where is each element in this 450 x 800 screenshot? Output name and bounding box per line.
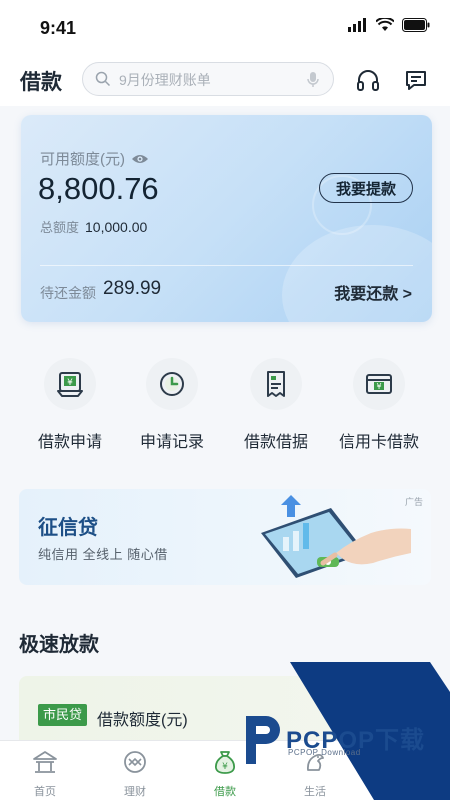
battery-icon [402,18,430,32]
clock-icon [146,358,198,410]
svg-text:¥: ¥ [222,762,228,772]
available-limit-label: 可用额度(元) [40,148,149,169]
withdraw-button[interactable]: 我要提款 [319,173,413,203]
repay-button[interactable]: 我要还款 > [334,280,412,304]
headset-icon [357,70,379,91]
page-title: 借款 [20,71,62,94]
tab-home[interactable]: 首页 [10,749,80,799]
finance-icon [100,749,170,775]
loan-apply-icon: ¥ [44,358,96,410]
credit-limit-card: 可用额度(元) 8,800.76 我要提款 总额度 10,000.00 待还金额 … [21,115,432,322]
repay-amount: 289.99 [103,278,162,299]
quick-item-credit-card-loan[interactable]: ¥ 信用卡借款 [329,358,429,452]
banner-title: 征信贷 [38,517,98,539]
section-title-fast-loan: 极速放款 [19,634,99,656]
loan-badge: 市民贷 [38,704,88,726]
signal-icon [348,18,366,32]
quick-label: 借款借据 [243,434,308,451]
card-decoration [282,225,432,322]
message-icon [406,71,426,90]
tab-label: 理财 [124,786,146,798]
search-input[interactable] [119,69,299,91]
total-limit-label: 总额度 [40,220,80,235]
promo-banner[interactable]: 征信贷 纯信用 全线上 随心借 广告 [19,489,431,585]
microphone-icon[interactable] [307,71,319,89]
customer-service-button[interactable] [355,68,381,94]
tab-finance[interactable]: 理财 [100,749,170,799]
repay-label: 待还金额 [40,285,96,301]
tab-label: 借款 [214,786,236,798]
quick-label: 申请记录 [139,434,204,451]
available-limit-text: 可用额度(元) [40,151,125,168]
quick-item-loan-receipt[interactable]: 借款借据 [226,358,326,452]
hand-tablet-illustration [261,495,411,578]
eye-icon[interactable] [131,153,149,165]
search-box[interactable] [82,62,334,96]
quick-item-apply-records[interactable]: 申请记录 [122,358,222,452]
total-limit-row: 总额度 10,000.00 [40,217,147,236]
status-time: 9:41 [40,18,77,38]
tab-label: 首页 [34,786,56,798]
quick-item-loan-apply[interactable]: ¥ 借款申请 [20,358,120,452]
credit-card-icon: ¥ [353,358,405,410]
search-icon [95,71,111,87]
home-temple-icon [10,749,80,775]
total-limit-amount: 10,000.00 [85,219,148,235]
status-icons [348,18,430,32]
quick-label: 信用卡借款 [338,434,419,451]
messages-button[interactable] [403,68,429,94]
banner-subtitle: 纯信用 全线上 随心借 [38,547,168,562]
svg-text:¥: ¥ [67,378,73,388]
available-amount: 8,800.76 [38,171,159,206]
svg-text:¥: ¥ [376,382,381,391]
receipt-icon [250,358,302,410]
watermark-subtext: PCPOP Download [288,748,361,757]
pcpop-logo-icon [246,716,280,764]
header: 借款 [0,54,450,106]
wifi-icon [376,18,394,31]
quick-label: 借款申请 [37,434,102,451]
loan-limit-label: 借款额度(元) [97,712,188,729]
card-divider [40,265,413,266]
quick-menu: ¥ 借款申请 申请记录 借款借据 ¥ 信用卡借款 [0,358,450,458]
status-bar: 9:41 [0,0,450,54]
watermark-logo: PCPOP下载 PCPOP Download [242,712,442,772]
